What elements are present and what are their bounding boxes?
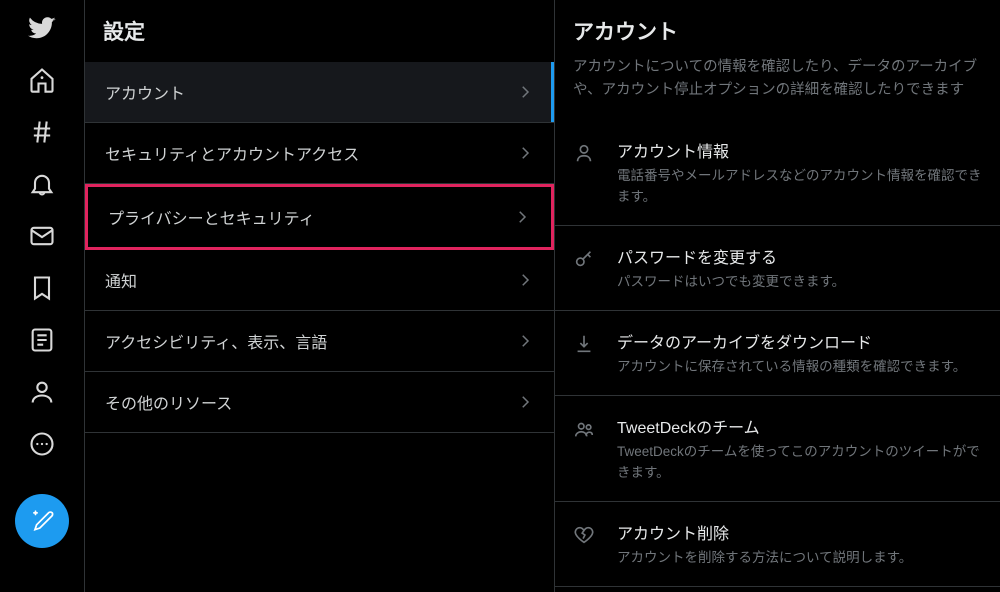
detail-item-download[interactable]: データのアーカイブをダウンロード アカウントに保存されている情報の種類を確認でき…	[555, 311, 1000, 396]
detail-item-sub: パスワードはいつでも変更できます。	[617, 272, 982, 292]
chevron-right-icon	[516, 332, 534, 350]
detail-title: アカウント	[555, 0, 1000, 56]
detail-item-sub: アカウントに保存されている情報の種類を確認できます。	[617, 357, 982, 377]
detail-item-label: パスワードを変更する	[617, 244, 982, 268]
settings-item-notifications[interactable]: 通知	[85, 250, 554, 311]
detail-item-label: アカウント削除	[617, 520, 982, 544]
chevron-right-icon	[516, 83, 534, 101]
settings-item-label: アカウント	[105, 80, 185, 104]
detail-item-sub: アカウントを削除する方法について説明します。	[617, 548, 982, 568]
bookmarks-icon[interactable]	[28, 274, 56, 302]
settings-item-account[interactable]: アカウント	[85, 62, 554, 123]
settings-item-accessibility[interactable]: アクセシビリティ、表示、言語	[85, 311, 554, 372]
detail-item-label: TweetDeckのチーム	[617, 414, 982, 438]
profile-icon[interactable]	[28, 378, 56, 406]
more-icon[interactable]	[28, 430, 56, 458]
home-icon[interactable]	[28, 66, 56, 94]
detail-column: アカウント アカウントについての情報を確認したり、データのアーカイブや、アカウン…	[555, 0, 1000, 592]
settings-item-privacy[interactable]: プライバシーとセキュリティ	[85, 184, 554, 250]
settings-title: 設定	[85, 0, 554, 62]
settings-column: 設定 アカウント セキュリティとアカウントアクセス プライバシーとセキュリティ …	[85, 0, 555, 592]
messages-icon[interactable]	[28, 222, 56, 250]
detail-item-label: アカウント情報	[617, 138, 982, 162]
detail-description: アカウントについての情報を確認したり、データのアーカイブや、アカウント停止オプシ…	[555, 56, 1000, 120]
detail-item-sub: TweetDeckのチームを使ってこのアカウントのツイートができます。	[617, 442, 982, 483]
compose-button[interactable]	[15, 494, 69, 548]
settings-item-label: 通知	[105, 268, 137, 292]
explore-icon[interactable]	[28, 118, 56, 146]
chevron-right-icon	[516, 144, 534, 162]
people-icon	[573, 418, 595, 440]
settings-item-label: その他のリソース	[105, 390, 232, 414]
settings-item-label: アクセシビリティ、表示、言語	[105, 329, 327, 353]
nav-sidebar	[0, 0, 85, 592]
key-icon	[573, 248, 595, 270]
notifications-icon[interactable]	[28, 170, 56, 198]
twitter-logo-icon[interactable]	[28, 14, 56, 42]
lists-icon[interactable]	[28, 326, 56, 354]
settings-item-resources[interactable]: その他のリソース	[85, 372, 554, 433]
chevron-right-icon	[513, 208, 531, 226]
settings-item-security[interactable]: セキュリティとアカウントアクセス	[85, 123, 554, 184]
detail-item-delete[interactable]: アカウント削除 アカウントを削除する方法について説明します。	[555, 502, 1000, 587]
broken-heart-icon	[573, 524, 595, 546]
detail-item-account-info[interactable]: アカウント情報 電話番号やメールアドレスなどのアカウント情報を確認できます。	[555, 120, 1000, 226]
detail-item-tweetdeck[interactable]: TweetDeckのチーム TweetDeckのチームを使ってこのアカウントのツ…	[555, 396, 1000, 502]
detail-item-label: データのアーカイブをダウンロード	[617, 329, 982, 353]
settings-item-label: セキュリティとアカウントアクセス	[105, 141, 359, 165]
settings-item-label: プライバシーとセキュリティ	[108, 205, 315, 229]
person-icon	[573, 142, 595, 164]
download-icon	[573, 333, 595, 355]
chevron-right-icon	[516, 271, 534, 289]
chevron-right-icon	[516, 393, 534, 411]
detail-item-password[interactable]: パスワードを変更する パスワードはいつでも変更できます。	[555, 226, 1000, 311]
detail-item-sub: 電話番号やメールアドレスなどのアカウント情報を確認できます。	[617, 166, 982, 207]
